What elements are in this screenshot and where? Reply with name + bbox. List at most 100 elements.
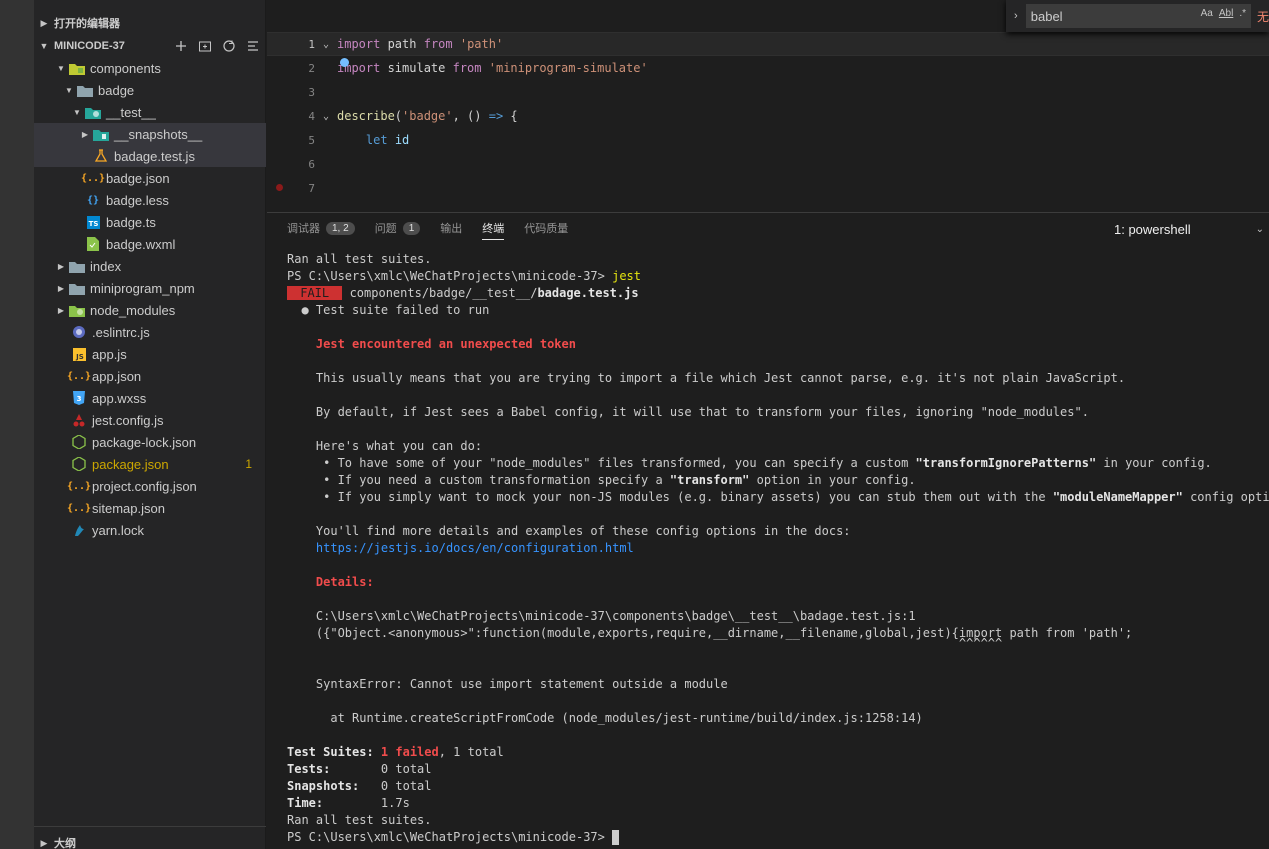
wxml-file-icon	[84, 236, 102, 252]
line-number: 4	[308, 109, 315, 123]
outline-label: 大纲	[54, 838, 76, 849]
line-number: 7	[308, 181, 315, 195]
lightbulb-icon[interactable]	[340, 58, 349, 67]
terminal-line: Ran all test suites.	[287, 252, 432, 266]
terminal-line: • If you need a custom transformation sp…	[287, 473, 916, 487]
nodejs-icon	[70, 434, 88, 450]
new-folder-icon[interactable]	[198, 39, 212, 53]
explorer-actions	[174, 35, 260, 57]
tree-item-jest-config[interactable]: jest.config.js	[34, 409, 266, 431]
tree-label: badge.ts	[106, 214, 156, 230]
tree-label: app.wxss	[92, 390, 147, 406]
tab-output[interactable]: 输出	[440, 213, 462, 243]
new-file-icon[interactable]	[174, 39, 188, 53]
tab-code-quality[interactable]: 代码质量	[524, 213, 568, 243]
terminal-line: Jest encountered an unexpected token	[287, 337, 576, 351]
tree-item-yarn-lock[interactable]: yarn.lock	[34, 519, 266, 541]
project-header[interactable]: ▼ MINICODE-37	[34, 35, 266, 57]
find-input[interactable]: babel Aa Abl .*	[1025, 4, 1251, 28]
whole-word-icon[interactable]: Abl	[1219, 8, 1233, 19]
typescript-icon: TS	[84, 214, 102, 230]
chevron-right-icon: ▶	[40, 17, 48, 28]
regex-icon[interactable]: .*	[1239, 8, 1246, 19]
eslint-icon	[70, 324, 88, 340]
fold-chevron-icon[interactable]: ⌄	[315, 39, 337, 50]
tree-item-app-wxss[interactable]: 3 app.wxss	[34, 387, 266, 409]
terminal-select[interactable]: 1: powershell ⌄	[1105, 218, 1269, 240]
code-text: describe('badge', () => {	[337, 109, 518, 123]
find-value: babel	[1030, 8, 1063, 24]
tree-item-package-lock[interactable]: package-lock.json	[34, 431, 266, 453]
tree-item-node-modules[interactable]: ▶ node_modules	[34, 299, 266, 321]
breakpoint-icon[interactable]	[276, 184, 283, 191]
code-line[interactable]: 5 let id	[267, 128, 1269, 152]
terminal-line: SyntaxError: Cannot use import statement…	[287, 677, 728, 691]
code-line[interactable]: 7	[267, 176, 1269, 200]
tree-item-app-json[interactable]: {..} app.json	[34, 365, 266, 387]
tree-item-project-config[interactable]: {..} project.config.json	[34, 475, 266, 497]
tree-label: project.config.json	[92, 478, 197, 494]
code-line[interactable]: 3	[267, 80, 1269, 104]
tree-item-badage-test[interactable]: badage.test.js	[34, 145, 266, 167]
terminal-line: You'll find more details and examples of…	[287, 524, 851, 538]
terminal-line: at Runtime.createScriptFromCode (node_mo…	[287, 711, 923, 725]
folder-snapshots-icon	[92, 126, 110, 142]
folder-test-icon	[84, 104, 102, 120]
fold-chevron-icon[interactable]: ⌄	[315, 111, 337, 122]
chevron-right-icon: ▶	[81, 129, 89, 139]
tab-terminal[interactable]: 终端	[482, 213, 505, 243]
tree-label: badge.wxml	[106, 236, 176, 252]
tree-label: app.js	[92, 346, 127, 362]
tree-label: package.json	[92, 456, 169, 472]
folder-node-icon	[68, 302, 86, 318]
tree-item-badge[interactable]: ▼ badge	[34, 79, 266, 101]
divider	[34, 826, 266, 827]
yarn-icon	[70, 522, 88, 538]
tree-item-components[interactable]: ▼ components	[34, 57, 266, 79]
tree-item-sitemap[interactable]: {..} sitemap.json	[34, 497, 266, 519]
chevron-right-icon[interactable]: ›	[1006, 10, 1026, 22]
tree-label: package-lock.json	[92, 434, 197, 450]
terminal-line: Tests: 0 total	[287, 762, 432, 776]
docs-link[interactable]: https://jestjs.io/docs/en/configuration.…	[287, 540, 634, 557]
tree-item-package-json[interactable]: package.json 1	[34, 453, 266, 475]
tree-item-test-folder[interactable]: ▼ __test__	[34, 101, 266, 123]
outline-header[interactable]: ▶ 大纲	[34, 832, 266, 849]
tree-label: yarn.lock	[92, 522, 145, 538]
find-widget: › babel Aa Abl .* 无	[1006, 0, 1269, 32]
tree-item-app-js[interactable]: JS app.js	[34, 343, 266, 365]
code-line[interactable]: 2 import simulate from 'miniprogram-simu…	[267, 56, 1269, 80]
code-text: let id	[365, 133, 410, 147]
code-line[interactable]: 4 ⌄ describe('badge', () => {	[267, 104, 1269, 128]
line-number: 1	[308, 37, 315, 51]
line-number: 6	[308, 157, 315, 171]
panel-tabs: 调试器 1, 2 问题 1 输出 终端 代码质量	[267, 213, 568, 243]
match-case-icon[interactable]: Aa	[1201, 8, 1213, 19]
json-braces-icon: {..}	[66, 502, 92, 514]
tree-label: sitemap.json	[92, 500, 165, 516]
collapse-all-icon[interactable]	[246, 39, 260, 53]
line-number: 2	[308, 61, 315, 75]
explorer-sidebar: ▶ 打开的编辑器 ▼ MINICODE-37 ▼ components ▼ ba…	[34, 0, 266, 849]
tree-item-badge-json[interactable]: {..} badge.json	[34, 167, 266, 189]
open-editors-header[interactable]: ▶ 打开的编辑器	[34, 12, 266, 34]
find-result-text: 无	[1256, 9, 1269, 24]
tree-item-miniprogram-npm[interactable]: ▶ miniprogram_npm	[34, 277, 266, 299]
tree-item-badge-ts[interactable]: TS badge.ts	[34, 211, 266, 233]
folder-icon	[68, 258, 86, 274]
refresh-icon[interactable]	[222, 39, 236, 53]
chevron-down-icon: ▼	[65, 85, 73, 95]
tree-item-eslintrc[interactable]: .eslintrc.js	[34, 321, 266, 343]
tree-item-snapshots[interactable]: ▶ __snapshots__	[34, 123, 266, 145]
code-line[interactable]: 6	[267, 152, 1269, 176]
tab-debugger[interactable]: 调试器 1, 2	[287, 213, 355, 243]
tree-label: __snapshots__	[114, 126, 203, 142]
tab-problems[interactable]: 问题 1	[375, 213, 421, 243]
code-line[interactable]: 1 ⌄ import path from 'path'	[267, 32, 1269, 56]
tree-item-badge-less[interactable]: {} badge.less	[34, 189, 266, 211]
svg-text:JS: JS	[75, 353, 84, 361]
chevron-down-icon: ⌄	[1255, 223, 1264, 235]
tree-item-index[interactable]: ▶ index	[34, 255, 266, 277]
tree-item-badge-wxml[interactable]: badge.wxml	[34, 233, 266, 255]
tab-label: 终端	[482, 223, 505, 235]
